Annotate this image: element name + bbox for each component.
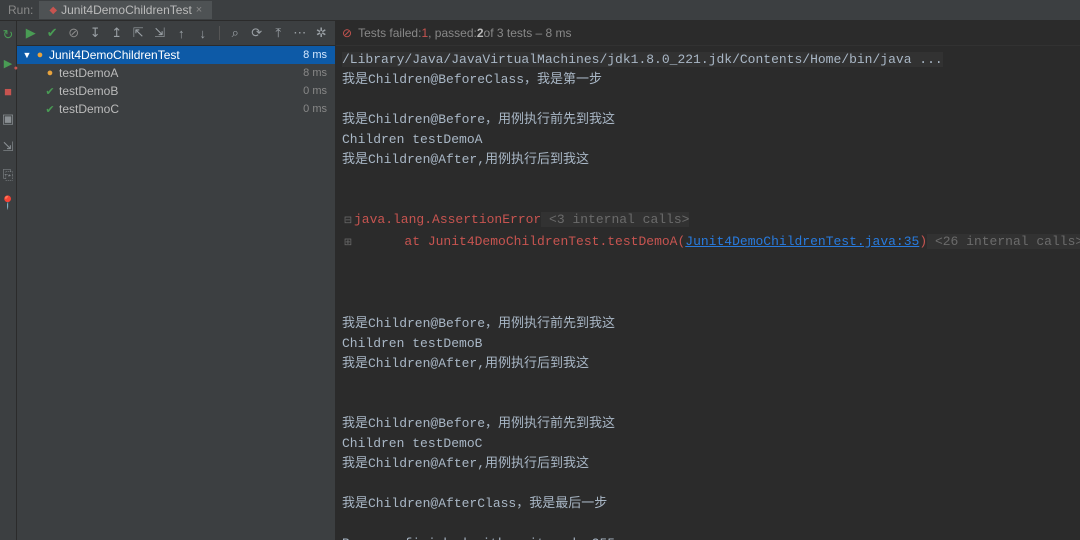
error-class: java.lang.AssertionError [354, 212, 541, 227]
error-at: at Junit4DemoChildrenTest.testDemoA( [354, 234, 685, 249]
dump-icon[interactable]: ⎘ [0, 167, 16, 183]
tree-item-label: testDemoC [57, 102, 303, 116]
tree-item-testDemoB[interactable]: ✔ testDemoB 0 ms [17, 82, 335, 100]
error-internal: <3 internal calls> [541, 212, 689, 227]
console-scroll[interactable]: /Library/Java/JavaVirtualMachines/jdk1.8… [336, 46, 1080, 540]
show-ignored-icon[interactable]: ⊘ [66, 24, 82, 42]
run-icon[interactable]: ▶ [4, 57, 12, 70]
tree-item-time: 0 ms [303, 103, 327, 115]
history-icon[interactable]: ⟳ [249, 24, 265, 42]
pin-icon[interactable]: 📍 [0, 195, 16, 211]
export-icon[interactable]: ⇲ [0, 139, 16, 155]
pass-icon: ✔ [43, 103, 57, 116]
tree-root-time: 8 ms [303, 49, 327, 61]
console-line: 我是Children@BeforeClass，我是第一步 [342, 72, 602, 87]
layout-icon[interactable]: ▣ [0, 111, 16, 127]
error-icon: ⊘ [342, 26, 352, 40]
console-line: 我是Children@Before，用例执行前先到我这 [342, 316, 615, 331]
summary-passed: 2 [477, 26, 484, 40]
console-line: Children testDemoB [342, 336, 482, 351]
fold-icon[interactable]: ⊟ [342, 212, 354, 232]
main-split: ↻ ▶ ● ■ ▣ ⇲ ⎘ 📍 ▶ ✔ ⊘ ↧ ↥ ⇱ ⇲ ↑ ↓ ⌕ ⟳ ⤒ … [0, 21, 1080, 540]
console-panel: ⊘ Tests failed: 1 , passed: 2 of 3 tests… [336, 21, 1080, 540]
fold-icon[interactable]: ⊞ [342, 234, 354, 254]
expand-icon[interactable]: ⇲ [152, 24, 168, 42]
console-line: 我是Children@Before，用例执行前先到我这 [342, 112, 615, 127]
run-fail-badge: ● [14, 65, 18, 72]
stop-icon[interactable]: ■ [0, 83, 16, 99]
settings-icon[interactable]: ✲ [314, 24, 330, 42]
summary-suffix: of 3 tests – 8 ms [484, 26, 572, 40]
tree-root-label: Junit4DemoChildrenTest [47, 48, 303, 62]
run-gutter: ↻ ▶ ● ■ ▣ ⇲ ⎘ 📍 [0, 21, 17, 540]
console-line: 我是Children@After,用例执行后到我这 [342, 356, 589, 371]
console-line: Children testDemoC [342, 436, 482, 451]
test-summary: ⊘ Tests failed: 1 , passed: 2 of 3 tests… [336, 21, 1080, 46]
run-config-icon: ◆ [49, 5, 57, 16]
prev-fail-icon[interactable]: ↑ [174, 24, 190, 42]
show-passed-icon[interactable]: ✔ [45, 24, 61, 42]
test-tree-panel: ▶ ✔ ⊘ ↧ ↥ ⇱ ⇲ ↑ ↓ ⌕ ⟳ ⤒ ⋯ ✲ ▼ ● Junit4De… [17, 21, 336, 540]
run-config-tab[interactable]: ◆ Junit4DemoChildrenTest × [39, 1, 212, 19]
more-icon[interactable]: ⋯ [292, 24, 308, 42]
console-line: 我是Children@After,用例执行后到我这 [342, 456, 589, 471]
sort-alpha-icon[interactable]: ↧ [88, 24, 104, 42]
summary-prefix: Tests failed: [358, 26, 421, 40]
next-fail-icon[interactable]: ↓ [195, 24, 211, 42]
play-icon[interactable]: ▶ [23, 24, 39, 42]
tree-item-testDemoC[interactable]: ✔ testDemoC 0 ms [17, 100, 335, 118]
chevron-down-icon[interactable]: ▼ [21, 50, 33, 60]
console-exit: Process finished with exit code 255 [342, 536, 615, 540]
tree-item-time: 0 ms [303, 85, 327, 97]
find-icon[interactable]: ⌕ [228, 24, 244, 42]
tree-item-label: testDemoB [57, 84, 303, 98]
error-close: ) [919, 234, 927, 249]
fail-icon: ● [43, 67, 57, 79]
import-icon[interactable]: ⤒ [271, 24, 287, 42]
console-line: 我是Children@Before，用例执行前先到我这 [342, 416, 615, 431]
rerun-icon[interactable]: ↻ [0, 27, 16, 43]
console-output: /Library/Java/JavaVirtualMachines/jdk1.8… [336, 46, 1080, 540]
tree-item-time: 8 ms [303, 67, 327, 79]
tree-item-testDemoA[interactable]: ● testDemoA 8 ms [17, 64, 335, 82]
tree-root[interactable]: ▼ ● Junit4DemoChildrenTest 8 ms [17, 46, 335, 64]
summary-mid: , passed: [428, 26, 477, 40]
console-line: 我是Children@AfterClass，我是最后一步 [342, 496, 607, 511]
test-tree[interactable]: ▼ ● Junit4DemoChildrenTest 8 ms ● testDe… [17, 46, 335, 540]
run-config-title: Junit4DemoChildrenTest [61, 3, 192, 17]
console-cmd: /Library/Java/JavaVirtualMachines/jdk1.8… [342, 52, 943, 67]
pass-icon: ✔ [43, 85, 57, 98]
separator [219, 26, 220, 40]
stacktrace-link[interactable]: Junit4DemoChildrenTest.java:35 [685, 234, 919, 249]
run-tab-bar: Run: ◆ Junit4DemoChildrenTest × [0, 0, 1080, 21]
close-icon[interactable]: × [196, 4, 202, 16]
collapse-icon[interactable]: ⇱ [131, 24, 147, 42]
sort-duration-icon[interactable]: ↥ [109, 24, 125, 42]
tree-item-label: testDemoA [57, 66, 303, 80]
error-internal: <26 internal calls> [927, 234, 1080, 249]
test-toolbar: ▶ ✔ ⊘ ↧ ↥ ⇱ ⇲ ↑ ↓ ⌕ ⟳ ⤒ ⋯ ✲ [17, 21, 335, 46]
run-label: Run: [8, 3, 33, 17]
fail-icon: ● [33, 49, 47, 61]
summary-failed: 1 [421, 26, 428, 40]
console-line: 我是Children@After,用例执行后到我这 [342, 152, 589, 167]
console-line: Children testDemoA [342, 132, 482, 147]
